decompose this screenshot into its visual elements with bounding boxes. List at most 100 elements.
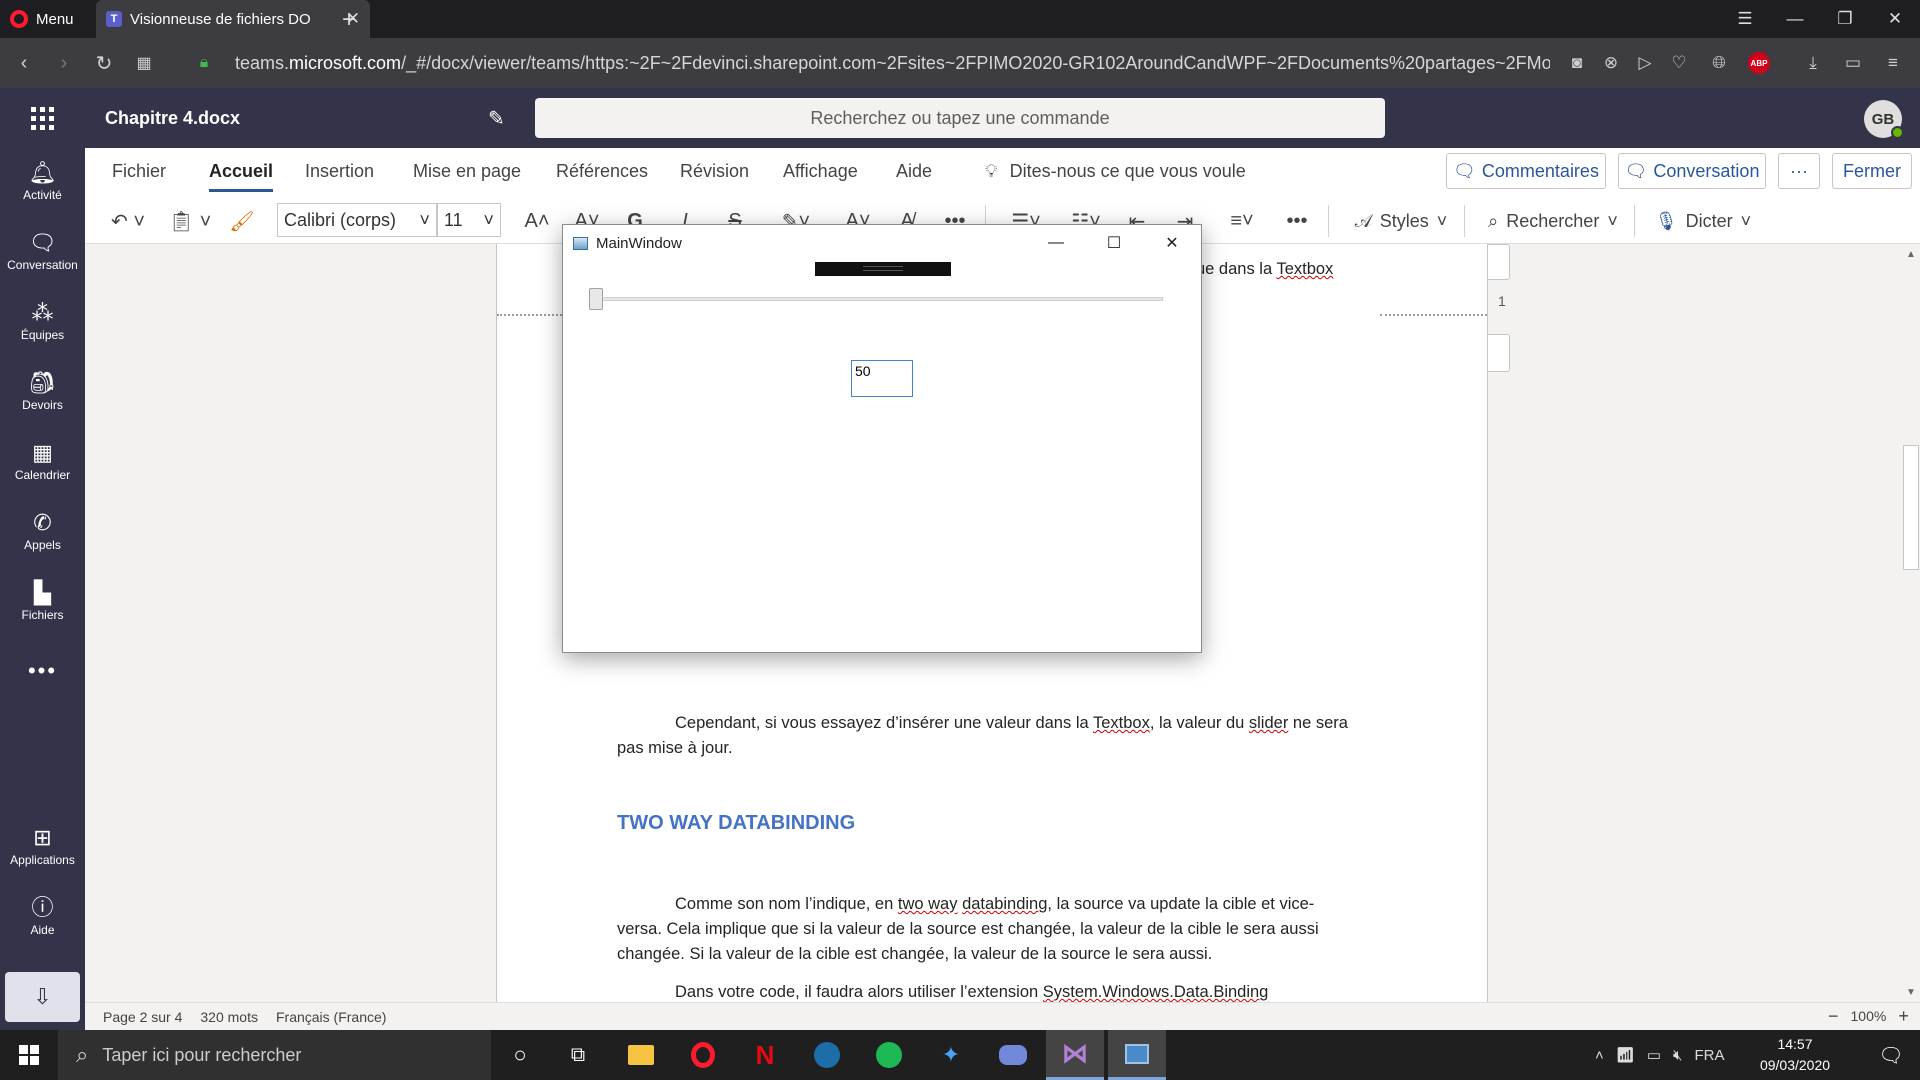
forward-icon[interactable]: › [46,38,82,88]
url-field[interactable]: teams.microsoft.com/_#/docx/viewer/teams… [235,38,1550,88]
action-center-icon[interactable]: 🗨︎ [1866,1030,1916,1080]
align-icon[interactable]: ≡˅ [1218,198,1266,244]
more-paragraph-options-icon[interactable]: ••• [1280,198,1314,244]
opera-icon[interactable] [674,1030,732,1080]
rail-item-help[interactable]: ⓘ Aide [0,885,85,947]
start-button[interactable] [0,1030,58,1080]
find-button[interactable]: ⌕ Rechercher ˅ [1478,198,1628,244]
dictate-button[interactable]: 🎙︎ Dicter ˅ [1648,198,1758,244]
restore-icon[interactable]: ❐ [1822,0,1868,38]
paste-icon[interactable]: 📋︎ ˅ [165,198,215,244]
scrollbar-thumb[interactable] [1903,445,1919,570]
steam-icon[interactable] [798,1030,856,1080]
speed-dial-icon[interactable]: ▦ [126,38,162,88]
vertical-scrollbar[interactable] [1902,244,1920,1002]
chevron-up-icon[interactable]: ˄ [1595,1047,1604,1064]
new-tab-button[interactable]: + [342,6,356,34]
minimize-icon[interactable]: — [1772,0,1818,38]
scroll-down-icon[interactable]: ▼ [1902,984,1920,1000]
tab-insertion[interactable]: Insertion [305,148,374,198]
rail-item-assignments[interactable]: 🎒︎ Devoirs [0,360,85,422]
browser-tab-active[interactable]: T Visionneuse de fichiers DO ✕ [96,0,370,38]
margin-comment-marker[interactable] [1488,334,1510,372]
tracker-block-icon[interactable]: ⊗ [1598,50,1624,76]
more-options-button[interactable]: ··· [1778,153,1820,189]
rail-item-activity[interactable]: 🔔︎ Activité [0,150,85,212]
downloads-icon[interactable]: ⤓ [1800,50,1826,76]
close-document-button[interactable]: Fermer [1832,153,1912,189]
rail-item-files[interactable]: ▙ Fichiers [0,570,85,632]
tab-fichier[interactable]: Fichier [112,148,166,198]
back-icon[interactable]: ‹ [6,38,42,88]
rail-item-calendar[interactable]: ▦ Calendrier [0,430,85,492]
battery-saver-icon[interactable]: ▭ [1840,50,1866,76]
wpf-close-icon[interactable]: ✕ [1143,225,1201,261]
netflix-icon[interactable]: N [736,1030,794,1080]
app-launcher-icon[interactable] [26,102,58,134]
taskbar-search-input[interactable]: ⌕ Taper ici pour rechercher [58,1030,491,1080]
undo-icon[interactable]: ↶ ˅ [103,198,153,244]
zoom-in-button[interactable]: + [1898,1006,1909,1027]
grow-font-icon[interactable]: A˄ [520,198,554,244]
wpf-minimize-icon[interactable]: — [1027,225,1085,261]
send-icon[interactable]: ▷ [1632,50,1658,76]
wpf-main-window[interactable]: MainWindow — ☐ ✕ 50 [562,224,1202,653]
ide-icon[interactable]: ✦ [922,1030,980,1080]
conversation-button[interactable]: 🗨︎ Conversation [1618,153,1766,189]
taskbar-clock[interactable]: 14:57 09/03/2020 [1752,1034,1838,1076]
bookmark-heart-icon[interactable]: ♡ [1666,50,1692,76]
input-language[interactable]: FRA [1694,1047,1724,1064]
rail-label: Devoirs [22,397,63,412]
document-language[interactable]: Français (France) [276,1009,386,1025]
wpf-slider-track[interactable] [593,297,1163,301]
tab-mise-en-page[interactable]: Mise en page [413,148,521,198]
tab-aide[interactable]: Aide [896,148,932,198]
tell-me-box[interactable]: 💡︎ Dites-nous ce que vous voule [985,148,1246,198]
battery-icon[interactable]: ▭ [1647,1046,1661,1064]
scroll-up-icon[interactable]: ▲ [1902,246,1920,262]
rail-item-conversation[interactable]: 🗨︎ Conversation [0,220,85,282]
zoom-out-button[interactable]: − [1828,1006,1839,1027]
wpf-debug-toolbar[interactable] [815,262,951,276]
cortana-icon[interactable]: ○ [491,1030,549,1080]
rail-item-calls[interactable]: ✆ Appels [0,500,85,562]
rail-item-teams[interactable]: ⁂ Équipes [0,290,85,352]
discord-icon[interactable] [984,1030,1042,1080]
font-size-select[interactable]: 11 ˅ [437,203,501,237]
wpf-maximize-icon[interactable]: ☐ [1085,225,1143,261]
rail-label: Conversation [7,257,78,272]
vpn-globe-icon[interactable]: 🌐︎ [1706,50,1732,76]
visual-studio-icon[interactable]: ⋈ [1046,1030,1104,1080]
close-window-icon[interactable]: ✕ [1872,0,1918,38]
tab-references[interactable]: Références [556,148,648,198]
reload-icon[interactable]: ↻ [86,38,122,88]
tab-revision[interactable]: Révision [680,148,749,198]
tab-accueil[interactable]: Accueil [209,148,274,198]
file-explorer-icon[interactable] [612,1030,670,1080]
wifi-icon[interactable]: 📶︎ [1616,1046,1635,1064]
font-name-select[interactable]: Calibri (corps) ˅ [277,203,437,237]
format-painter-icon[interactable]: 🖌︎ [224,198,260,244]
rail-item-apps[interactable]: ⊞ Applications [0,815,85,877]
snapshot-icon[interactable]: ◙ [1564,50,1590,76]
adblock-icon[interactable]: ABP [1746,50,1772,76]
margin-comment-marker[interactable] [1488,244,1510,280]
task-view-icon[interactable]: ⧉ [549,1030,607,1080]
tab-affichage[interactable]: Affichage [783,148,858,198]
teams-search-input[interactable]: Recherchez ou tapez une commande [535,98,1385,138]
wpf-app-taskbar-icon[interactable] [1108,1030,1166,1080]
styles-button[interactable]: 𝒜 Styles ˅ [1346,198,1456,244]
zoom-level[interactable]: 100% [1851,1008,1887,1024]
tab-menu-icon[interactable]: ☰ [1722,0,1768,38]
rail-more-button[interactable]: ••• [0,640,85,702]
comments-button[interactable]: 🗨︎ Commentaires [1446,153,1606,189]
easy-setup-icon[interactable]: ≡ [1880,50,1906,76]
spotify-icon[interactable] [860,1030,918,1080]
volume-muted-icon[interactable]: 🔇︎ [1673,1047,1682,1064]
wpf-slider-thumb[interactable] [589,288,603,310]
wpf-value-textbox[interactable]: 50 [851,360,913,397]
taskbar-search-placeholder: Taper ici pour rechercher [102,1044,302,1065]
compose-edit-icon[interactable]: ✎ [488,106,505,131]
download-app-icon[interactable]: ⇩ [5,972,80,1022]
opera-menu-button[interactable]: Menu [0,0,94,38]
